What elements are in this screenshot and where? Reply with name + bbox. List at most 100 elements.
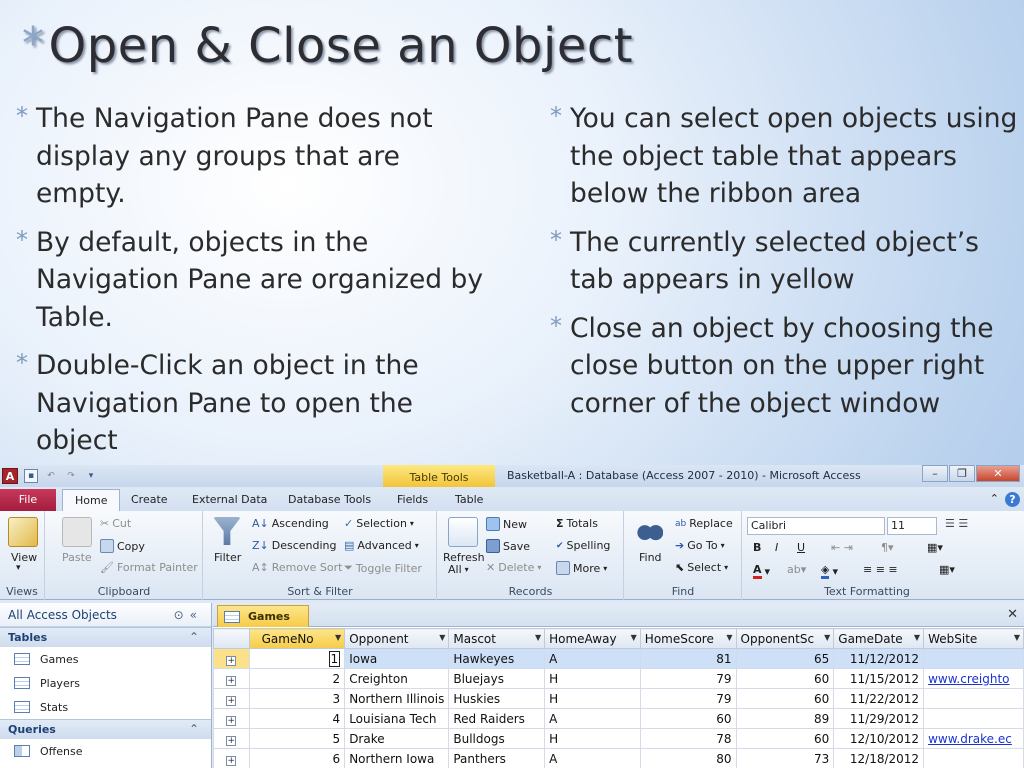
- tab-home[interactable]: Home: [62, 489, 121, 512]
- cell[interactable]: Bulldogs: [448, 728, 546, 749]
- save-icon[interactable]: ▪: [24, 469, 38, 483]
- cell[interactable]: [923, 648, 1024, 669]
- chevron-down-icon[interactable]: ▼: [535, 633, 541, 642]
- replace-button[interactable]: ab Replace: [675, 517, 733, 530]
- cell[interactable]: Louisiana Tech: [344, 708, 450, 729]
- cell[interactable]: www.creighto: [923, 668, 1024, 689]
- customize-qat-icon[interactable]: ▾: [84, 469, 98, 483]
- tab-create[interactable]: Create: [131, 493, 168, 506]
- spelling-button[interactable]: ✔ Spelling: [556, 539, 610, 552]
- tab-fields[interactable]: Fields: [397, 493, 428, 506]
- cell[interactable]: 11/12/2012: [833, 648, 925, 669]
- cell[interactable]: Creighton: [344, 668, 450, 689]
- nav-item-games[interactable]: Games: [0, 647, 211, 671]
- cell[interactable]: 79: [639, 668, 737, 689]
- align-icons[interactable]: ≡ ≡ ≡: [863, 563, 898, 576]
- cell[interactable]: Northern Iowa: [344, 748, 450, 768]
- expand-plus-icon[interactable]: +: [226, 735, 237, 746]
- close-window-button[interactable]: ✕: [976, 465, 1020, 482]
- cell[interactable]: 60: [639, 708, 737, 729]
- tab-file[interactable]: File: [0, 489, 56, 511]
- row-expander[interactable]: +: [213, 708, 250, 729]
- cell[interactable]: 1: [248, 648, 346, 669]
- advanced-button[interactable]: ▤ Advanced ▾: [344, 539, 419, 552]
- view-dropdown-icon[interactable]: ▾: [16, 563, 21, 573]
- restore-button[interactable]: ❐: [949, 465, 975, 482]
- font-name-select[interactable]: Calibri: [747, 517, 885, 535]
- chevron-down-icon[interactable]: ▼: [914, 633, 920, 642]
- totals-button[interactable]: Σ Totals: [556, 517, 598, 530]
- remove-sort-button[interactable]: A↕ Remove Sort: [252, 561, 342, 574]
- tab-database-tools[interactable]: Database Tools: [288, 493, 371, 506]
- column-header[interactable]: Opponent ▼: [344, 628, 450, 649]
- cell[interactable]: [923, 708, 1024, 729]
- cell[interactable]: H: [544, 728, 641, 749]
- indent-icon[interactable]: ⇤ ⇥: [831, 541, 853, 554]
- highlight-color-icon[interactable]: ab▾: [787, 563, 806, 576]
- row-expander[interactable]: +: [213, 728, 250, 749]
- tab-external-data[interactable]: External Data: [192, 493, 267, 506]
- selection-button[interactable]: ✓ Selection ▾: [344, 517, 414, 530]
- cell[interactable]: 2: [248, 668, 346, 689]
- paragraph-direction-icon[interactable]: ¶▾: [881, 541, 894, 554]
- redo-icon[interactable]: ↷: [64, 469, 78, 483]
- row-expander[interactable]: +: [213, 648, 250, 669]
- font-color-icon[interactable]: A ▾: [753, 563, 770, 579]
- ascending-button[interactable]: A↓ Ascending: [252, 517, 329, 530]
- nav-pane-header[interactable]: All Access Objects ⊙«: [0, 603, 211, 627]
- chevron-down-icon[interactable]: ▼: [824, 633, 830, 642]
- nav-item-stats[interactable]: Stats: [0, 695, 211, 719]
- table-row[interactable]: + 1 Iowa Hawkeyes A 81 65 11/12/2012: [213, 648, 1024, 669]
- nav-item-offense[interactable]: Offense: [0, 739, 211, 763]
- website-link[interactable]: www.drake.ec: [928, 732, 1012, 746]
- bullets-list-icon[interactable]: ☰ ☰: [945, 517, 968, 530]
- bold-icon[interactable]: B: [753, 541, 761, 554]
- column-header[interactable]: HomeAway ▼: [544, 628, 641, 649]
- collapse-icon[interactable]: ⌃: [189, 630, 199, 644]
- undo-icon[interactable]: ↶: [44, 469, 58, 483]
- expand-plus-icon[interactable]: +: [226, 755, 237, 766]
- website-link[interactable]: www.creighto: [928, 672, 1009, 686]
- tab-table[interactable]: Table: [455, 493, 483, 506]
- binoculars-icon[interactable]: [637, 517, 663, 543]
- save-record-button[interactable]: Save: [486, 539, 530, 553]
- row-expander[interactable]: +: [213, 688, 250, 709]
- cell[interactable]: 60: [735, 688, 835, 709]
- cell[interactable]: 12/10/2012: [833, 728, 925, 749]
- cell[interactable]: 60: [735, 728, 835, 749]
- cell[interactable]: 6: [248, 748, 346, 768]
- cell[interactable]: H: [544, 688, 641, 709]
- paste-icon[interactable]: [62, 517, 92, 547]
- table-row[interactable]: + 4 Louisiana Tech Red Raiders A 60 89 1…: [213, 708, 1024, 729]
- chevron-down-icon[interactable]: ▼: [726, 633, 732, 642]
- column-header[interactable]: GameDate ▼: [833, 628, 925, 649]
- row-expander[interactable]: +: [213, 668, 250, 689]
- nav-section-queries[interactable]: Queries ⌃: [0, 719, 211, 739]
- cell[interactable]: 65: [735, 648, 835, 669]
- cell[interactable]: A: [544, 648, 641, 669]
- table-row[interactable]: + 6 Northern Iowa Panthers A 80 73 12/18…: [213, 748, 1024, 768]
- cell[interactable]: Bluejays: [448, 668, 546, 689]
- cut-button[interactable]: ✂ Cut: [100, 517, 131, 530]
- chevron-down-icon[interactable]: ▼: [631, 633, 637, 642]
- gridlines-icon[interactable]: ▦▾: [927, 541, 943, 554]
- cell[interactable]: 79: [639, 688, 737, 709]
- minimize-button[interactable]: –: [922, 465, 948, 482]
- help-icon[interactable]: ?: [1005, 492, 1020, 507]
- paste-button[interactable]: Paste: [62, 551, 92, 564]
- italic-icon[interactable]: I: [775, 541, 778, 554]
- delete-record-button[interactable]: ✕ Delete ▾: [486, 561, 541, 574]
- table-row[interactable]: + 3 Northern Illinois Huskies H 79 60 11…: [213, 688, 1024, 709]
- table-row[interactable]: + 2 Creighton Bluejays H 79 60 11/15/201…: [213, 668, 1024, 689]
- column-header[interactable]: WebSite ▼: [923, 628, 1024, 649]
- cell[interactable]: 5: [248, 728, 346, 749]
- cell[interactable]: 89: [735, 708, 835, 729]
- access-app-icon[interactable]: A: [2, 468, 18, 484]
- cell[interactable]: [923, 748, 1024, 768]
- cell[interactable]: 73: [735, 748, 835, 768]
- cell[interactable]: 80: [639, 748, 737, 768]
- column-header[interactable]: Mascot ▼: [448, 628, 546, 649]
- table-row[interactable]: + 5 Drake Bulldogs H 78 60 12/10/2012 ww…: [213, 728, 1024, 749]
- cell[interactable]: Huskies: [448, 688, 546, 709]
- cell[interactable]: 11/29/2012: [833, 708, 925, 729]
